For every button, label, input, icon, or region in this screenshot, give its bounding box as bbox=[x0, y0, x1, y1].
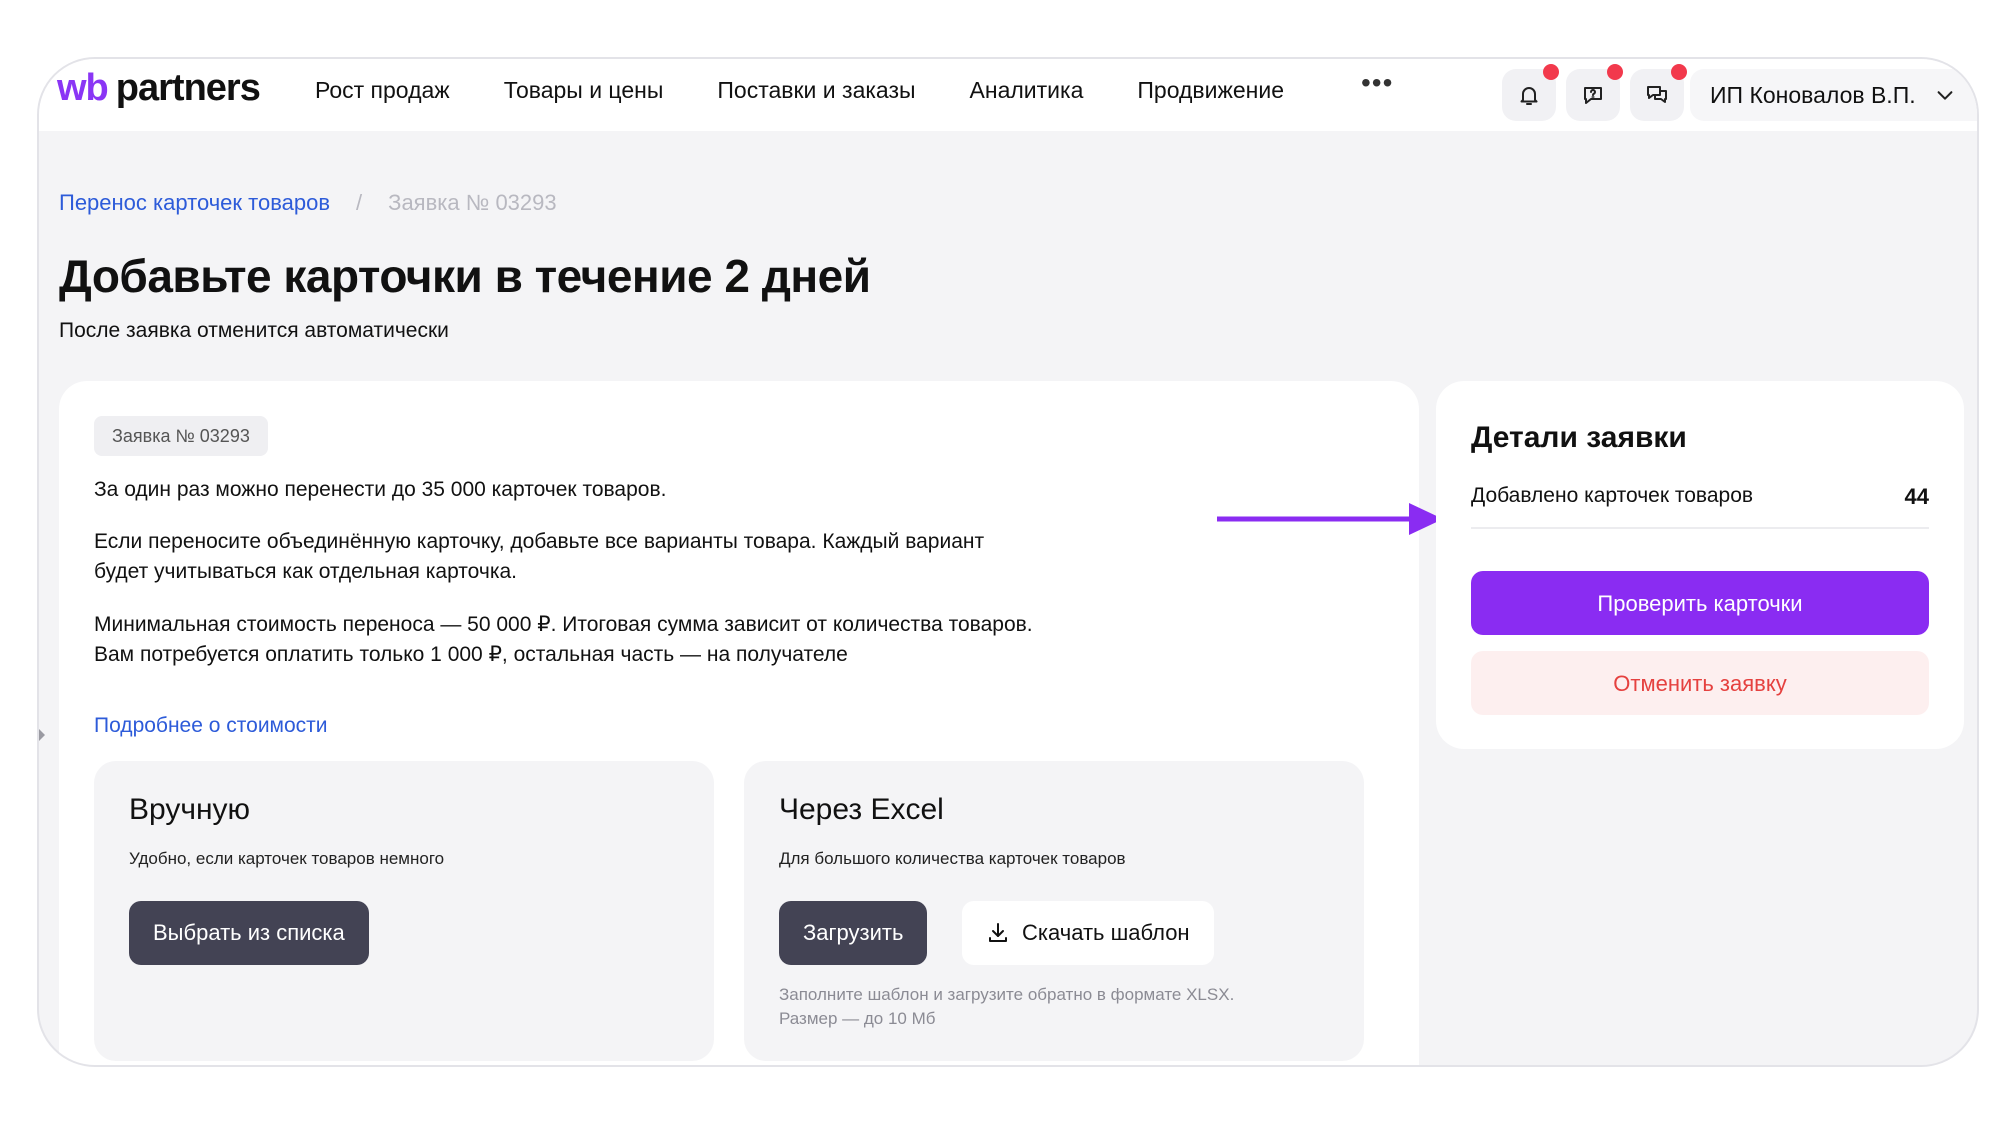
manual-option-subtitle: Удобно, если карточек товаров немного bbox=[129, 849, 445, 868]
info-variants-line2: будет учитываться как отдельная карточка… bbox=[94, 560, 517, 583]
bell-icon bbox=[1520, 87, 1538, 105]
main-nav: Рост продаж Товары и цены Поставки и зак… bbox=[315, 77, 1284, 104]
select-from-list-button[interactable]: Выбрать из списка bbox=[129, 901, 369, 965]
info-paragraph-cost: Минимальная стоимость переноса — 50 000 … bbox=[94, 610, 1194, 670]
top-navigation-bar: wb partners Рост продаж Товары и цены Пос… bbox=[39, 59, 1977, 131]
cost-details-link[interactable]: Подробнее о стоимости bbox=[94, 714, 328, 738]
download-template-label: Скачать шаблон bbox=[1022, 920, 1190, 945]
download-template-button[interactable]: Скачать шаблон bbox=[962, 901, 1214, 965]
info-cost-line2: Вам потребуется оплатить только 1 000 ₽,… bbox=[94, 643, 848, 666]
arrow-right-icon bbox=[1217, 503, 1443, 535]
chevron-down-icon bbox=[1937, 91, 1953, 100]
wb-partners-logo[interactable]: wb partners bbox=[57, 67, 261, 110]
upload-hint: Заполните шаблон и загрузите обратно в ф… bbox=[779, 983, 1339, 1031]
nav-item-products-prices[interactable]: Товары и цены bbox=[504, 77, 664, 104]
breadcrumb-current: Заявка № 03293 bbox=[388, 190, 557, 215]
info-limit-text: За один раз можно перенести до 35 000 ка… bbox=[94, 478, 667, 501]
added-cards-label: Добавлено карточек товаров bbox=[1471, 484, 1754, 507]
sidebar-toggle[interactable] bbox=[39, 723, 45, 747]
excel-option-title: Через Excel bbox=[779, 793, 944, 826]
chat-icon bbox=[1647, 86, 1667, 103]
nav-item-promotion[interactable]: Продвижение bbox=[1137, 77, 1284, 104]
nav-more-button[interactable]: ••• bbox=[1361, 67, 1393, 99]
info-paragraph-variants: Если переносите объединённую карточку, д… bbox=[94, 527, 1194, 587]
page-title: Добавьте карточки в течение 2 дней bbox=[59, 250, 871, 302]
manual-option-card: Вручную Удобно, если карточек товаров не… bbox=[94, 761, 714, 1061]
breadcrumb-parent-link[interactable]: Перенос карточек товаров bbox=[59, 190, 330, 215]
notification-dot bbox=[1671, 64, 1687, 80]
help-chat-icon bbox=[1584, 87, 1602, 104]
details-divider bbox=[1471, 527, 1929, 529]
added-cards-count: 44 bbox=[1904, 484, 1929, 509]
messages-button[interactable] bbox=[1630, 64, 1687, 121]
account-name: ИП Коновалов В.П. bbox=[1710, 81, 1916, 108]
manual-option-title: Вручную bbox=[129, 793, 251, 826]
breadcrumb-separator: / bbox=[356, 190, 363, 215]
request-card: Заявка № 03293 За один раз можно перенес… bbox=[59, 381, 1419, 1065]
request-number-badge: Заявка № 03293 bbox=[94, 416, 268, 456]
cancel-request-button[interactable]: Отменить заявку bbox=[1471, 651, 1929, 715]
upload-hint-line1: Заполните шаблон и загрузите обратно в ф… bbox=[779, 985, 1235, 1004]
added-cards-row: Добавлено карточек товаров 44 bbox=[1471, 484, 1929, 510]
notifications-button[interactable] bbox=[1502, 64, 1559, 121]
logo-wb: wb bbox=[57, 67, 109, 109]
excel-option-card: Через Excel Для большого количества карт… bbox=[744, 761, 1364, 1061]
page-subtitle: После заявка отменится автоматически bbox=[59, 319, 449, 342]
upload-hint-line2: Размер — до 10 Мб bbox=[779, 1009, 936, 1028]
excel-option-subtitle: Для большого количества карточек товаров bbox=[779, 849, 1126, 868]
download-icon bbox=[989, 923, 1007, 942]
info-paragraph-limit: За один раз можно перенести до 35 000 ка… bbox=[94, 475, 1194, 505]
account-menu[interactable]: ИП Коновалов В.П. bbox=[1690, 69, 1977, 121]
details-title: Детали заявки bbox=[1471, 421, 1687, 454]
logo-partners: partners bbox=[115, 67, 261, 109]
notification-dot bbox=[1607, 64, 1623, 80]
nav-item-supplies-orders[interactable]: Поставки и заказы bbox=[717, 77, 915, 104]
breadcrumb: Перенос карточек товаров / Заявка № 03293 bbox=[59, 190, 557, 216]
help-button[interactable] bbox=[1566, 64, 1623, 121]
info-cost-line1: Минимальная стоимость переноса — 50 000 … bbox=[94, 613, 1033, 636]
app-window: wb partners Рост продаж Товары и цены Пос… bbox=[37, 57, 1979, 1067]
check-cards-button[interactable]: Проверить карточки bbox=[1471, 571, 1929, 635]
request-details-card: Детали заявки Добавлено карточек товаров… bbox=[1436, 381, 1964, 749]
notification-dot bbox=[1543, 64, 1559, 80]
upload-button[interactable]: Загрузить bbox=[779, 901, 928, 965]
info-variants-line1: Если переносите объединённую карточку, д… bbox=[94, 530, 985, 553]
nav-item-analytics[interactable]: Аналитика bbox=[970, 77, 1084, 104]
nav-item-sales-growth[interactable]: Рост продаж bbox=[315, 77, 450, 104]
